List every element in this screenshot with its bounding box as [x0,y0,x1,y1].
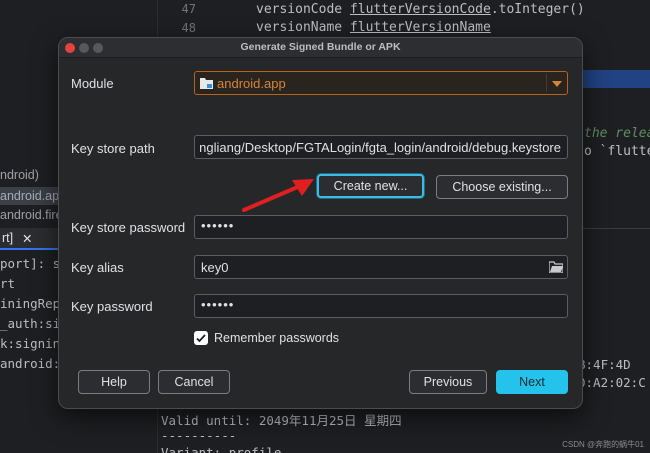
console-line: 0:A2:02:C [578,375,646,390]
console-line: ---------- [161,428,237,443]
key-store-path-input[interactable]: ngliang/Desktop/FGTALogin/fgta_login/and… [194,135,568,159]
tree-item-selected[interactable]: android.app [0,187,66,205]
generate-signed-dialog: Generate Signed Bundle or APK Module and… [58,37,583,409]
help-button[interactable]: Help [78,370,150,394]
key-alias-value: key0 [201,260,229,275]
key-store-path-value: ngliang/Desktop/FGTALogin/fgta_login/and… [199,140,561,155]
key-store-password-value: •••••• [201,218,235,233]
cancel-button[interactable]: Cancel [158,370,230,394]
tree-item[interactable]: android.fire [0,208,63,222]
code-comment: o `flutte [584,144,650,159]
console-line: rt [0,276,16,291]
module-label: Module [71,76,114,91]
remember-passwords-checkbox[interactable] [194,331,208,345]
console-line: Variant: profile [161,445,282,453]
console-line: Valid until: 2049年11月25日 星期四 [161,413,402,428]
dialog-title: Generate Signed Bundle or APK [240,41,401,53]
folder-icon[interactable] [549,261,563,273]
key-password-value: •••••• [201,297,235,312]
module-select[interactable]: android.app [194,71,568,95]
line-number: 47 [181,2,196,16]
dialog-titlebar: Generate Signed Bundle or APK [59,38,582,58]
dropdown-separator [546,74,547,92]
remember-passwords-label: Remember passwords [214,331,340,345]
key-password-label: Key password [71,299,153,314]
key-store-password-input[interactable]: •••••• [194,215,568,239]
watermark: CSDN @奔跑的蜗牛01 [562,440,644,449]
run-tab-label: rt] [2,231,14,245]
code-comment: the relea [584,126,650,141]
choose-existing-button[interactable]: Choose existing... [436,175,568,199]
check-icon [196,334,206,343]
module-value: android.app [217,76,286,91]
annotation-arrow-icon [242,179,314,212]
code-line: versionName flutterVersionName [256,20,491,35]
next-button[interactable]: Next [496,370,568,394]
line-number: 48 [181,21,196,35]
selection-highlight [580,70,650,88]
code-line: versionCode flutterVersionCode.toInteger… [256,2,585,17]
key-alias-input[interactable]: key0 [194,255,568,279]
close-icon[interactable]: ✕ [22,231,32,246]
key-store-password-label: Key store password [71,220,186,235]
line-gutter: 47 48 [158,0,208,40]
tree-item[interactable]: ndroid) [0,168,39,182]
chevron-down-icon[interactable] [552,81,562,87]
create-new-button[interactable]: Create new... [317,174,424,198]
key-alias-label: Key alias [71,260,124,275]
key-password-input[interactable]: •••••• [194,294,568,318]
previous-button[interactable]: Previous [409,370,487,394]
module-folder-icon [200,78,213,89]
console-line: B:4F:4D [578,357,631,372]
key-store-path-label: Key store path [71,141,155,156]
